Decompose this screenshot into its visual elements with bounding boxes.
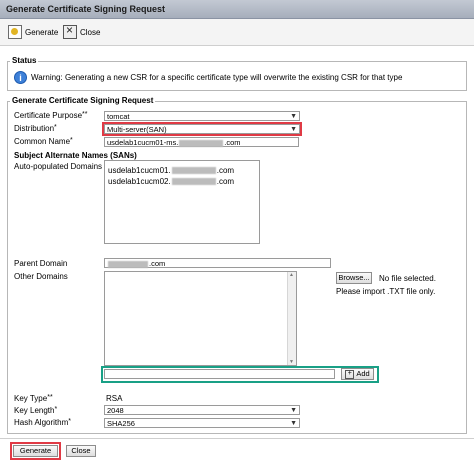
toolbar: Generate Close [0, 19, 474, 46]
hash-algorithm-value: SHA256 [107, 419, 135, 428]
toolbar-close-button[interactable]: Close [63, 23, 101, 40]
file-status-text: No file selected. [379, 274, 436, 283]
auto-domain-item: usdelab1cucm02. .com [108, 177, 234, 186]
certificate-purpose-value: tomcat [107, 112, 130, 121]
csr-legend: Generate Certificate Signing Request [10, 96, 156, 105]
parent-domain-suffix: .com [149, 259, 166, 268]
key-length-label: Key Length* [14, 406, 57, 415]
status-legend: Status [10, 56, 39, 65]
auto-domain-prefix: usdelab1cucm02. [108, 177, 171, 186]
common-name-input[interactable]: usdelab1cucm01-ms. .com [104, 137, 299, 147]
add-row-highlight [101, 366, 379, 383]
certificate-purpose-select[interactable]: tomcat ▼ [104, 111, 300, 121]
info-icon: i [14, 71, 27, 84]
hash-algorithm-select[interactable]: SHA256 ▼ [104, 418, 300, 428]
browse-button[interactable]: Browse... [336, 272, 372, 284]
common-name-suffix: .com [224, 138, 241, 147]
required-marker: ** [82, 111, 88, 118]
generate-certificate-icon [8, 25, 22, 39]
generate-button-highlight [10, 442, 61, 460]
required-marker: * [54, 124, 57, 131]
redacted-text [171, 178, 216, 186]
footer-close-button[interactable]: Close [66, 445, 96, 457]
parent-domain-label: Parent Domain [14, 259, 68, 268]
chevron-down-icon: ▼ [290, 113, 297, 120]
toolbar-generate-button[interactable]: Generate [8, 24, 58, 40]
toolbar-close-label: Close [80, 27, 101, 37]
key-length-select[interactable]: 2048 ▼ [104, 405, 300, 415]
required-marker: * [68, 418, 71, 425]
auto-populated-domains-label: Auto-populated Domains [14, 162, 103, 171]
required-marker: * [70, 137, 73, 144]
other-domains-label: Other Domains [14, 272, 68, 281]
window-title: Generate Certificate Signing Request [6, 4, 166, 14]
distribution-label: Distribution* [14, 124, 57, 133]
key-length-label-text: Key Length [14, 406, 55, 415]
parent-domain-input[interactable]: .com [104, 258, 331, 268]
certificate-purpose-label: Certificate Purpose** [14, 111, 87, 120]
auto-domain-item: usdelab1cucm01. .com [108, 166, 234, 175]
auto-populated-domains-list[interactable]: usdelab1cucm01. .com usdelab1cucm02. .com [104, 160, 260, 244]
certificate-purpose-label-text: Certificate Purpose [14, 111, 83, 120]
close-icon [63, 23, 77, 39]
redacted-text [171, 167, 216, 175]
required-marker: ** [47, 394, 53, 401]
other-domains-textarea[interactable] [104, 271, 297, 366]
common-name-label: Common Name* [14, 137, 73, 146]
sans-heading: Subject Alternate Names (SANs) [14, 151, 137, 160]
chevron-down-icon: ▼ [290, 407, 297, 414]
key-type-label: Key Type** [14, 394, 53, 403]
status-warning-text: Warning: Generating a new CSR for a spec… [31, 73, 403, 82]
hash-algorithm-label: Hash Algorithm* [14, 418, 71, 427]
other-domains-scrollbar[interactable] [287, 272, 296, 365]
key-type-label-text: Key Type [14, 394, 48, 403]
key-type-value: RSA [106, 394, 123, 403]
distribution-label-text: Distribution [14, 124, 55, 133]
key-length-value: 2048 [107, 406, 124, 415]
common-name-prefix: usdelab1cucm01-ms. [107, 138, 179, 147]
hash-algorithm-label-text: Hash Algorithm [14, 418, 69, 427]
redacted-text [179, 139, 224, 147]
window-title-bar: Generate Certificate Signing Request [0, 0, 474, 19]
distribution-highlight [102, 122, 302, 136]
toolbar-generate-label: Generate [25, 27, 59, 37]
import-note-text: Please import .TXT file only. [336, 287, 436, 296]
auto-domain-prefix: usdelab1cucm01. [108, 166, 171, 175]
required-marker: * [54, 406, 58, 413]
auto-domain-suffix: .com [216, 166, 235, 175]
redacted-text [108, 260, 148, 268]
footer-divider [0, 438, 474, 439]
auto-domain-suffix: .com [216, 177, 235, 186]
common-name-label-text: Common Name [14, 137, 71, 146]
chevron-down-icon: ▼ [290, 420, 297, 427]
